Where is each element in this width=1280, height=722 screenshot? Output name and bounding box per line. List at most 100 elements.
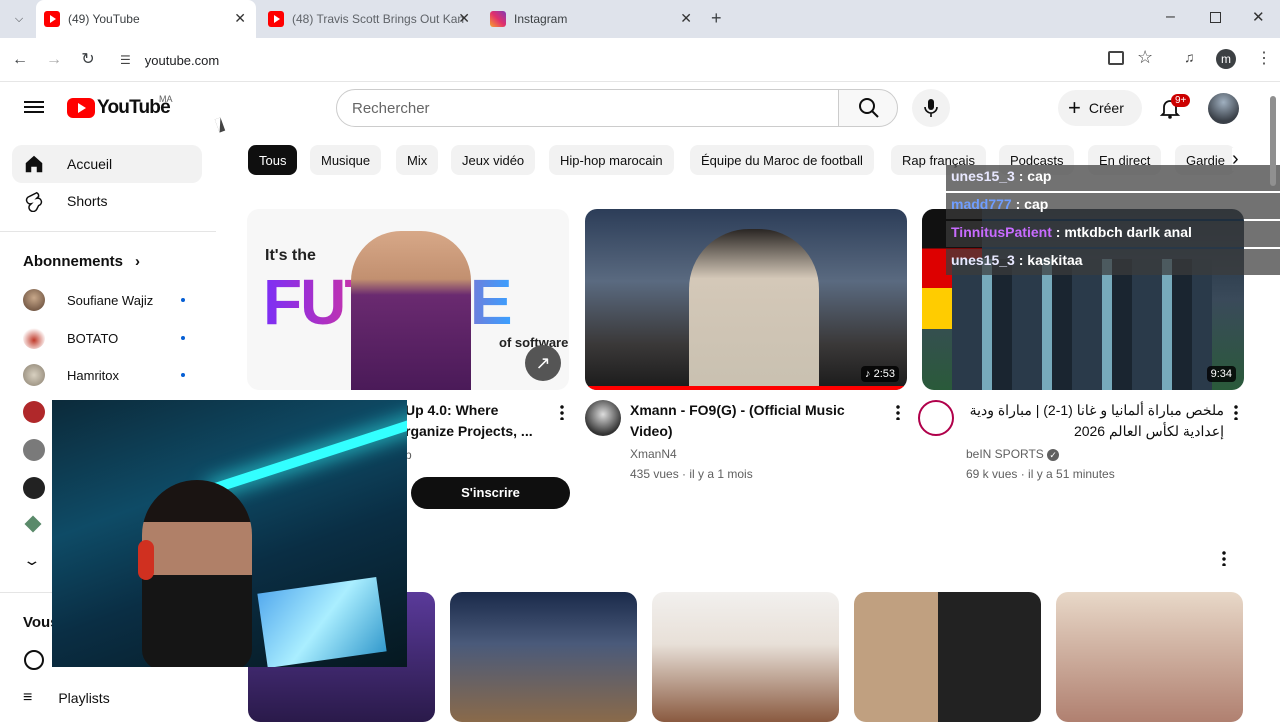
channel-avatar[interactable] bbox=[24, 515, 42, 533]
short-thumbnail[interactable] bbox=[652, 592, 839, 722]
notification-count-badge: 9+ bbox=[1171, 94, 1191, 107]
close-tab-icon[interactable]: ✕ bbox=[458, 10, 470, 27]
chevron-right-icon: › bbox=[135, 253, 141, 270]
tab-instagram[interactable]: Instagram ✕ bbox=[482, 0, 702, 38]
channel-name[interactable]: XmanN4 bbox=[630, 444, 677, 464]
short-thumbnail[interactable] bbox=[1056, 592, 1243, 722]
video-title[interactable]: Up 4.0: Where rganize Projects, ... bbox=[405, 400, 555, 442]
duration-text: 2:53 bbox=[873, 368, 895, 380]
youtube-favicon-icon bbox=[44, 11, 60, 27]
video-title[interactable]: Xmann - FO9(G) - (Official Music Video) bbox=[630, 400, 885, 442]
video-thumbnail[interactable]: ♪ 2:53 bbox=[585, 209, 907, 390]
chip-jeux-video[interactable]: Jeux vidéo bbox=[451, 145, 536, 175]
video-thumbnail[interactable]: It's the FUTURE of software ↗ bbox=[247, 209, 569, 390]
close-tab-icon[interactable]: ✕ bbox=[680, 10, 692, 27]
subscribe-button[interactable]: S'inscrire bbox=[411, 477, 570, 509]
more-actions-icon[interactable] bbox=[1234, 404, 1238, 420]
chip-musique[interactable]: Musique bbox=[310, 145, 382, 175]
install-app-icon[interactable] bbox=[1108, 51, 1124, 65]
sidebar-item-home[interactable]: Accueil bbox=[12, 145, 202, 183]
chip-mix[interactable]: Mix bbox=[396, 145, 439, 175]
sidebar-item-playlists[interactable]: ≡ Playlists bbox=[23, 689, 110, 707]
search-input[interactable]: Rechercher bbox=[336, 89, 839, 127]
url-bar[interactable]: ☰ youtube.com bbox=[110, 44, 1110, 76]
new-content-dot bbox=[181, 336, 185, 340]
sidebar-subscription[interactable]: BOTATO bbox=[23, 327, 193, 349]
subscriptions-header[interactable]: Abonnements › bbox=[23, 253, 140, 270]
tab-youtube[interactable]: (49) YouTube ✕ bbox=[36, 0, 256, 38]
sidebar-item-shorts[interactable]: Shorts bbox=[12, 182, 202, 220]
browser-tab-bar: ⌵ (49) YouTube ✕ (48) Travis Scott Bring… bbox=[0, 0, 1280, 38]
microphone-icon bbox=[924, 99, 938, 117]
channel-avatar[interactable] bbox=[23, 439, 45, 461]
profile-avatar[interactable]: m bbox=[1216, 49, 1236, 69]
chat-message: unes15_3 : kaskitaa bbox=[946, 249, 1280, 275]
music-note-icon: ♪ bbox=[865, 368, 874, 380]
site-info-icon[interactable]: ☰ bbox=[120, 53, 131, 67]
tab-search-dropdown-icon[interactable]: ⌵ bbox=[10, 10, 28, 28]
channel-name: BOTATO bbox=[67, 330, 119, 346]
open-link-icon[interactable]: ↗ bbox=[525, 345, 561, 381]
minimize-icon[interactable]: – bbox=[1166, 8, 1175, 26]
reload-icon[interactable]: ↻ bbox=[76, 48, 100, 72]
title-line: Up 4.0: Where bbox=[405, 402, 499, 418]
short-thumbnail[interactable] bbox=[450, 592, 637, 722]
chat-message: unes15_3 : cap bbox=[946, 165, 1280, 191]
search-button[interactable] bbox=[838, 89, 898, 127]
back-icon[interactable]: ← bbox=[8, 48, 32, 72]
sidebar-subscription[interactable]: Soufiane Wajiz bbox=[23, 289, 193, 311]
media-controls-icon[interactable]: ♫ bbox=[1184, 49, 1195, 65]
tab-travis-scott[interactable]: (48) Travis Scott Brings Out Kan ✕ bbox=[260, 0, 480, 38]
browser-menu-icon[interactable]: ⋮ bbox=[1256, 48, 1272, 68]
close-window-icon[interactable]: ✕ bbox=[1252, 8, 1265, 26]
thumb-person bbox=[351, 231, 471, 390]
page-scrollbar[interactable] bbox=[1270, 96, 1276, 186]
voice-search-button[interactable] bbox=[912, 89, 950, 127]
chat-text: kaskitaa bbox=[1027, 252, 1083, 268]
short-thumbnail[interactable] bbox=[854, 592, 1041, 722]
history-icon[interactable] bbox=[24, 650, 44, 670]
monitor-glow bbox=[257, 577, 387, 667]
channel-avatar[interactable] bbox=[585, 400, 621, 436]
url-text: youtube.com bbox=[144, 52, 220, 68]
channel-name[interactable]: beIN SPORTS ✓ bbox=[966, 444, 1060, 464]
address-toolbar: ← → ↻ ☰ youtube.com ☆ ♫ m ⋮ bbox=[0, 38, 1280, 82]
more-actions-icon[interactable] bbox=[560, 404, 564, 420]
new-content-dot bbox=[181, 373, 185, 377]
video-title[interactable]: ملخص مباراة ألمانيا و غانا (1-2) | مبارا… bbox=[966, 400, 1224, 442]
channel-avatar[interactable] bbox=[918, 400, 954, 436]
sidebar-subscription[interactable]: Hamritox bbox=[23, 364, 193, 386]
title-line: rganize Projects, ... bbox=[405, 423, 533, 439]
chat-username: unes15_3 bbox=[951, 252, 1015, 268]
channel-name: Hamritox bbox=[67, 367, 120, 383]
close-tab-icon[interactable]: ✕ bbox=[234, 10, 246, 27]
show-more-chevron-icon[interactable]: ⌄ bbox=[22, 552, 41, 569]
thumb-person bbox=[689, 229, 819, 390]
tab-label: Instagram bbox=[514, 12, 568, 26]
video-duration: 9:34 bbox=[1206, 366, 1236, 382]
menu-icon[interactable] bbox=[24, 98, 44, 116]
shorts-icon bbox=[25, 191, 43, 212]
thumb-headline: It's the bbox=[265, 247, 316, 264]
account-avatar[interactable] bbox=[1208, 93, 1239, 124]
youtube-logo[interactable]: YouTube MA bbox=[67, 94, 173, 119]
create-button[interactable]: + Créer bbox=[1058, 90, 1142, 126]
shorts-more-icon[interactable] bbox=[1222, 550, 1226, 566]
instagram-favicon-icon bbox=[490, 11, 506, 27]
channel-avatar[interactable] bbox=[23, 477, 45, 499]
more-actions-icon[interactable] bbox=[896, 404, 900, 420]
sidebar-label: Accueil bbox=[67, 156, 113, 172]
channel-avatar bbox=[23, 327, 45, 349]
players-graphic bbox=[952, 259, 1212, 390]
new-tab-icon[interactable]: + bbox=[711, 8, 722, 29]
channel-avatar[interactable] bbox=[23, 401, 45, 423]
chip-hip-hop-marocain[interactable]: Hip-hop marocain bbox=[549, 145, 674, 175]
chip-tous[interactable]: Tous bbox=[248, 145, 298, 175]
forward-icon[interactable]: → bbox=[42, 48, 66, 72]
bookmark-star-icon[interactable]: ☆ bbox=[1137, 47, 1153, 68]
mouse-cursor-icon bbox=[214, 117, 226, 133]
chip-equipe-du-maroc[interactable]: Équipe du Maroc de football bbox=[690, 145, 874, 175]
chat-text: mtkdbch darlk anal bbox=[1064, 224, 1192, 240]
restore-icon[interactable] bbox=[1210, 12, 1221, 23]
led-strip bbox=[206, 414, 407, 496]
